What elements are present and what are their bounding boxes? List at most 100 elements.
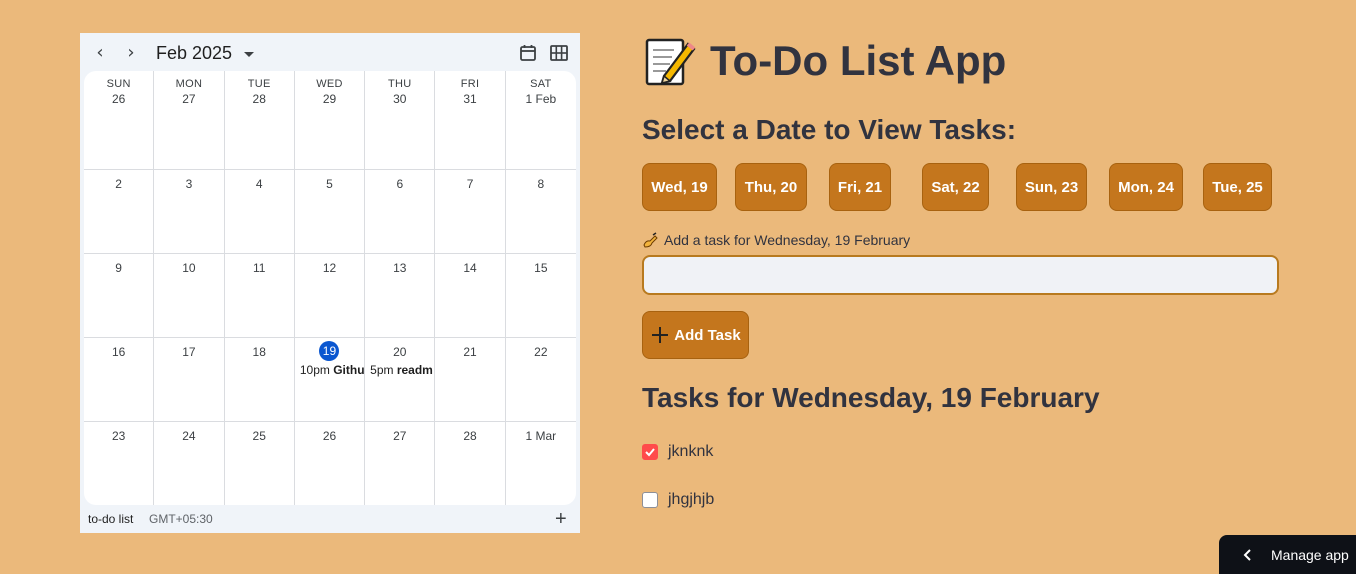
day-button-thu-20[interactable]: Thu, 20 (735, 163, 807, 211)
weekday-label: SUN (106, 78, 131, 90)
task-checkbox-checked[interactable] (642, 444, 658, 460)
day-number: 4 (255, 177, 263, 191)
day-cell[interactable]: 8 (505, 170, 576, 254)
day-cell[interactable]: 14 (435, 254, 506, 338)
day-button-sun-23[interactable]: Sun, 23 (1016, 163, 1087, 211)
tasks-heading: Tasks for Wednesday, 19 February (642, 382, 1100, 413)
month-label: Feb 2025 (156, 43, 233, 63)
day-number: 2 (115, 177, 122, 191)
day-number: 24 (182, 429, 196, 443)
day-cell[interactable]: SAT 1 Feb (505, 71, 576, 170)
weekday-label: WED (316, 78, 343, 90)
day-cell[interactable]: 28 (435, 422, 506, 505)
add-task-button[interactable]: Add Task (642, 311, 749, 359)
event-time: 5pm (370, 363, 394, 377)
add-calendar-icon[interactable]: + (555, 508, 567, 531)
day-number: 29 (322, 92, 337, 106)
calendar-header: ‹ › Feb 2025 (80, 33, 580, 71)
manage-app-button[interactable]: Manage app (1219, 535, 1356, 574)
day-cell[interactable]: 20 5pm readm (365, 338, 436, 422)
day-cell[interactable]: 10 (154, 254, 225, 338)
day-cell[interactable]: 9 (84, 254, 155, 338)
day-button-mon-24[interactable]: Mon, 24 (1109, 163, 1183, 211)
task-label: jknknk (668, 443, 714, 460)
day-cell[interactable]: 2 (84, 170, 155, 254)
day-cell-today[interactable]: 19 10pm Githu (294, 338, 366, 422)
day-number: 1 Mar (525, 429, 557, 443)
day-cell[interactable]: 21 (435, 338, 506, 422)
day-cell[interactable]: 17 (154, 338, 225, 422)
task-item[interactable]: jhgjhjb (642, 491, 714, 509)
day-number: 5 (326, 177, 333, 191)
chevron-left-icon (1243, 548, 1251, 561)
day-button-fri-21[interactable]: Fri, 21 (829, 163, 891, 211)
day-cell[interactable]: 27 (365, 422, 436, 505)
day-cell[interactable]: 11 (224, 254, 295, 338)
day-number: 7 (466, 177, 474, 191)
event-title: readm (396, 363, 433, 377)
day-number: 27 (182, 92, 196, 106)
day-cell[interactable]: 4 (224, 170, 295, 254)
day-cell[interactable]: 5 (294, 170, 366, 254)
day-button-sat-22[interactable]: Sat, 22 (922, 163, 989, 211)
day-number: 26 (322, 429, 337, 443)
day-number: 3 (185, 177, 193, 191)
month-selector[interactable]: Feb 2025 (156, 43, 255, 64)
day-cell[interactable]: 6 (365, 170, 436, 254)
day-cell[interactable]: 15 (505, 254, 576, 338)
day-button-wed-19[interactable]: Wed, 19 (642, 163, 717, 211)
task-input[interactable] (642, 255, 1279, 295)
event-time: 10pm (299, 363, 330, 377)
memo-icon (645, 38, 696, 86)
month-view-icon[interactable] (549, 43, 569, 63)
day-number: 22 (534, 345, 548, 359)
prev-month-icon[interactable]: ‹ (89, 41, 111, 63)
day-cell[interactable]: 26 (295, 422, 366, 505)
day-number: 23 (111, 429, 126, 443)
calendar-event[interactable]: 5pm readm (365, 363, 434, 377)
day-cell[interactable]: 25 (225, 422, 295, 505)
month-grid: SUN 26 MON 27 TUE 28 WED 29 THU 30 FRI 31 SAT 1… (84, 71, 576, 505)
weekday-label: THU (388, 78, 412, 90)
calendar-footer: to-do list GMT+05:30 + (80, 507, 580, 533)
day-cell[interactable]: 18 (224, 338, 295, 422)
day-button-tue-25[interactable]: Tue, 25 (1203, 163, 1272, 211)
task-checkbox[interactable] (642, 492, 658, 508)
weekday-label: MON (175, 78, 203, 90)
task-item[interactable]: jknknk (642, 443, 713, 461)
day-number: 25 (252, 429, 266, 443)
day-number: 6 (396, 177, 404, 191)
next-month-icon[interactable]: › (120, 41, 142, 63)
day-cell[interactable]: 16 (84, 338, 155, 422)
day-cell[interactable]: FRI 31 (435, 71, 506, 170)
day-cell[interactable]: SUN 26 (84, 71, 155, 170)
calendar-event[interactable]: 10pm Githu (295, 363, 364, 377)
day-cell[interactable]: 24 (154, 422, 225, 505)
day-cell[interactable]: 22 (505, 338, 576, 422)
day-number: 31 (463, 92, 477, 106)
day-cell[interactable]: 3 (154, 170, 225, 254)
today-badge: 19 (319, 341, 340, 361)
day-cell[interactable]: 7 (435, 170, 506, 254)
manage-app-label: Manage app (1271, 546, 1349, 563)
task-input-label: Add a task for Wednesday, 19 February (642, 232, 910, 248)
select-date-heading: Select a Date to View Tasks: (642, 114, 1017, 145)
plus-icon (652, 327, 669, 343)
day-cell[interactable]: TUE 28 (224, 71, 295, 170)
day-cell[interactable]: 13 (365, 254, 436, 338)
day-number: 16 (111, 345, 126, 359)
calendar-name[interactable]: to-do list (88, 512, 133, 526)
day-cell[interactable]: MON 27 (154, 71, 225, 170)
day-cell[interactable]: 12 (294, 254, 366, 338)
agenda-view-icon[interactable] (518, 43, 538, 63)
weekday-label: TUE (247, 78, 271, 90)
day-cell[interactable]: 23 (84, 422, 155, 505)
day-cell[interactable]: WED 29 (294, 71, 366, 170)
day-cell[interactable]: THU 30 (365, 71, 436, 170)
day-number: 30 (393, 92, 407, 106)
caret-down-icon (244, 52, 255, 57)
day-number: 10 (182, 261, 196, 275)
day-number: 9 (115, 261, 122, 275)
day-cell[interactable]: 1 Mar (506, 422, 576, 505)
day-number: 14 (463, 261, 477, 275)
